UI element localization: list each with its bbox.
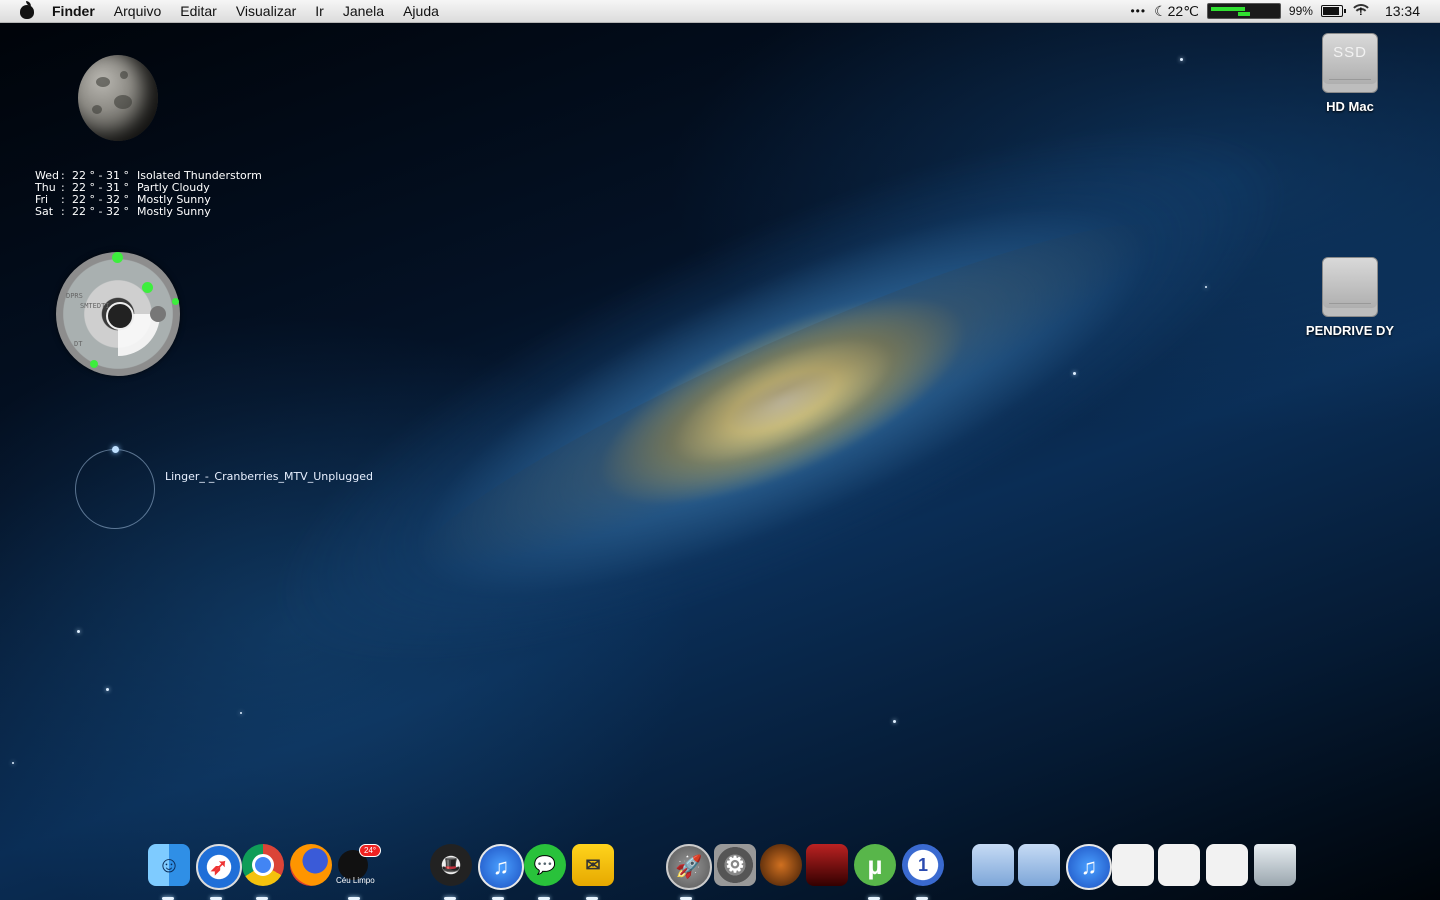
menu-bar: Finder Arquivo Editar Visualizar Ir Jane…: [0, 0, 1440, 23]
now-playing-title: Linger_-_Cranberries_MTV_Unplugged: [165, 470, 373, 483]
system-preferences-icon[interactable]: ⚙: [714, 844, 756, 886]
drive-label: PENDRIVE DY: [1305, 323, 1395, 338]
messages-icon[interactable]: 💬: [524, 844, 566, 886]
safari-icon[interactable]: ➶: [196, 844, 242, 890]
dial-indicator-dot: [142, 282, 153, 293]
star: [1073, 372, 1076, 375]
menu-editar[interactable]: Editar: [180, 3, 217, 19]
document-stack-icon[interactable]: [1158, 844, 1200, 886]
music-player-widget[interactable]: [75, 446, 155, 529]
dial-center[interactable]: [106, 302, 134, 330]
airmail-icon[interactable]: ✉: [572, 844, 614, 886]
usb-drive-icon: [1322, 257, 1378, 317]
drive-label: HD Mac: [1326, 99, 1374, 114]
status-area: ••• ☾ 22℃ 99% ! 13:34: [1122, 0, 1440, 22]
playback-position-dot[interactable]: [112, 446, 119, 453]
wifi-icon[interactable]: !: [1349, 4, 1372, 18]
weather-dock-label: Céu Limpo: [336, 876, 375, 885]
dial-indicator-dot: [90, 360, 98, 368]
menu-ajuda[interactable]: Ajuda: [403, 3, 439, 19]
system-dial-widget[interactable]: DPRS SMTEDTI DT: [56, 252, 180, 376]
document-stack-icon[interactable]: [1112, 844, 1154, 886]
utorrent-icon[interactable]: µ: [854, 844, 896, 886]
menu-janela[interactable]: Janela: [343, 3, 384, 19]
forecast-temp: 22 ° - 32 °: [72, 205, 129, 218]
game-icon[interactable]: [760, 844, 802, 886]
forecast-condition: Mostly Sunny: [137, 205, 211, 218]
dial-indicator-dot: [172, 298, 179, 305]
moon-icon: ☾: [1154, 2, 1167, 19]
alfred-icon[interactable]: 🎩: [430, 844, 472, 886]
alarm-clock-icon[interactable]: 1: [902, 844, 944, 886]
trash-icon[interactable]: [1254, 844, 1296, 886]
dead-island-icon[interactable]: [806, 844, 848, 886]
star: [1180, 58, 1183, 61]
dial-label: SMTEDTI: [80, 302, 110, 310]
ssd-badge: SSD: [1333, 44, 1367, 61]
dial-label: DPRS: [66, 292, 83, 300]
chrome-icon[interactable]: [242, 844, 284, 886]
star: [893, 720, 896, 723]
dock: ☺ ➶ 24° Céu Limpo 🎩 ♫ 💬 ✉ 🚀 ⚙ µ 1 ♫: [140, 836, 1300, 900]
itunes-icon[interactable]: ♫: [478, 844, 524, 890]
moon-phase-widget: [78, 55, 158, 141]
firefox-icon[interactable]: [290, 844, 332, 886]
dial-indicator-dot: [112, 252, 123, 263]
desktop-wallpaper: [0, 0, 1440, 900]
weather-menu-extra[interactable]: ☾ 22℃: [1154, 3, 1199, 20]
folder-icon[interactable]: [1018, 844, 1060, 886]
menu-visualizar[interactable]: Visualizar: [236, 3, 296, 19]
star: [240, 712, 242, 714]
itunes-folder-icon[interactable]: ♫: [1066, 844, 1112, 890]
drive-pendrive[interactable]: PENDRIVE DY: [1295, 257, 1405, 338]
document-stack-icon[interactable]: [1206, 844, 1248, 886]
weather-forecast-widget: Wed : 22 ° - 31 ° Isolated Thunderstorm …: [35, 170, 262, 218]
forecast-day: Sat: [35, 205, 54, 218]
more-menu-extras[interactable]: •••: [1130, 4, 1146, 18]
weather-badge: 24°: [359, 844, 382, 857]
battery-icon[interactable]: [1320, 5, 1346, 17]
star: [12, 762, 14, 764]
star: [106, 688, 109, 691]
drive-hd-mac[interactable]: SSD HD Mac: [1295, 33, 1405, 114]
menu-finder[interactable]: Finder: [52, 3, 95, 19]
forecast-row: Sat : 22 ° - 32 ° Mostly Sunny: [35, 206, 262, 218]
temperature-value: 22℃: [1167, 2, 1199, 19]
star: [1205, 286, 1207, 288]
folder-icon[interactable]: [972, 844, 1014, 886]
forecast-sep: :: [61, 205, 65, 218]
star: [77, 630, 80, 633]
battery-percentage[interactable]: 99%: [1289, 4, 1313, 18]
menu-clock[interactable]: 13:34: [1385, 3, 1420, 19]
menu-arquivo[interactable]: Arquivo: [114, 3, 161, 19]
launchpad-icon[interactable]: 🚀: [666, 844, 712, 890]
apple-icon[interactable]: [18, 1, 36, 20]
menu-ir[interactable]: Ir: [315, 3, 324, 19]
dial-label: DT: [74, 340, 83, 348]
dial-knob[interactable]: [150, 306, 166, 322]
ssd-drive-icon: SSD: [1322, 33, 1378, 93]
finder-icon[interactable]: ☺: [148, 844, 190, 886]
system-monitor-graph[interactable]: [1206, 3, 1281, 19]
